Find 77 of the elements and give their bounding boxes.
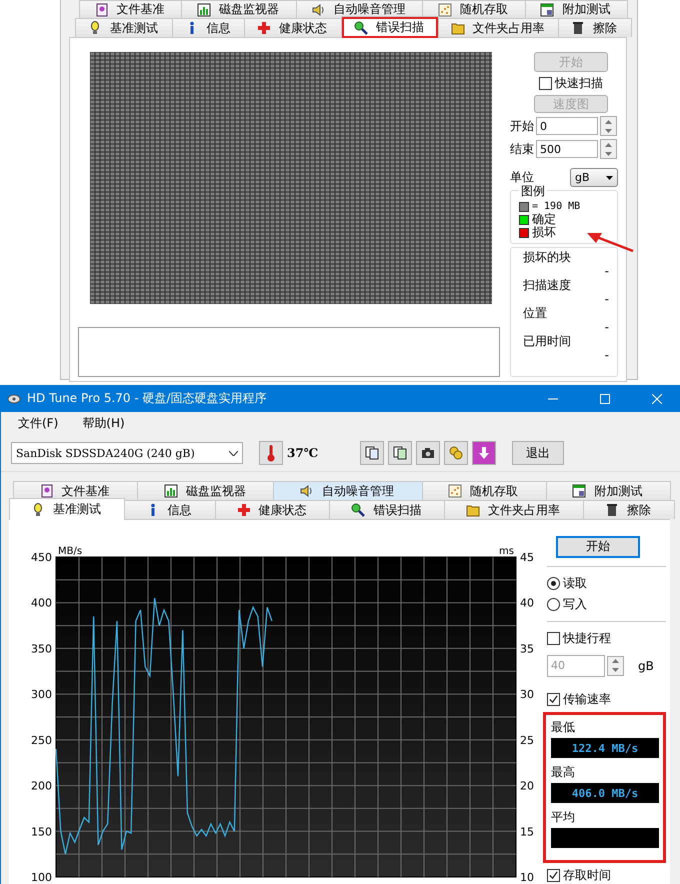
tab[interactable]: 磁盘监视器 — [137, 481, 274, 500]
temperature-text: 37℃ — [287, 446, 318, 460]
axis-tick-label: 15 — [520, 825, 534, 838]
checkbox-label: 快速扫描 — [555, 75, 603, 92]
start-button[interactable]: 开始 — [556, 536, 640, 558]
axis-tick-label: 350 — [31, 642, 52, 656]
field-label: 单位 — [510, 169, 534, 186]
legend-text: 损坏 — [532, 226, 556, 239]
axis-tick-label: 10 — [520, 871, 534, 884]
legend-text: 确定 — [532, 213, 556, 226]
stat-label: 位置 — [523, 306, 548, 320]
tab[interactable]: 信息 — [124, 500, 216, 519]
group-title: 图例 — [519, 183, 547, 200]
number-field[interactable]: 500 — [536, 140, 598, 158]
axis-unit: MB/s — [58, 546, 82, 557]
radio-label: 写入 — [563, 596, 587, 612]
radio-label: 读取 — [563, 574, 587, 592]
axis-tick-label: 20 — [520, 780, 534, 793]
axis-unit: ms — [499, 546, 514, 557]
checkbox-label: 传输速率 — [563, 691, 611, 708]
tab[interactable]: 基准测试 — [9, 498, 125, 520]
reading-label: 最高 — [551, 764, 576, 781]
stat-label: 损坏的块 — [523, 250, 572, 264]
tab[interactable]: 文件夹占用率 — [444, 500, 584, 519]
reading-display: 406.0 MB/s — [551, 783, 659, 803]
stat-label: 扫描速度 — [523, 278, 572, 292]
axis-tick-label: 250 — [31, 734, 52, 747]
tab[interactable]: 附加测试 — [524, 0, 628, 18]
axis-tick-label: 150 — [31, 825, 52, 838]
axis-tick-label: 100 — [31, 871, 52, 884]
legend-text: = 190 MB — [532, 200, 580, 213]
axis-tick-label: 200 — [31, 780, 52, 793]
tab[interactable]: 信息 — [172, 18, 246, 37]
axis-tick-label: 25 — [520, 734, 534, 747]
field-label: 结束 — [510, 140, 534, 158]
stat-label: 已用时间 — [523, 334, 572, 348]
stat-value: - — [604, 293, 609, 305]
axis-tick-label: 400 — [31, 596, 52, 610]
reading-label: 最低 — [551, 719, 576, 736]
reading-display: 122.4 MB/s — [551, 738, 659, 758]
tab[interactable]: 随机存取 — [422, 481, 547, 500]
tab[interactable]: 擦除 — [583, 500, 675, 519]
tab[interactable]: 文件基准 — [79, 0, 182, 18]
tab[interactable]: 健康状态 — [214, 500, 330, 519]
window-title: HD Tune Pro 5.70 - 硬盘/固态硬盘实用程序 — [27, 390, 268, 407]
stat-value: - — [604, 349, 609, 361]
tab[interactable]: 错误扫描 — [329, 500, 446, 519]
stat-value: - — [604, 265, 609, 277]
tab[interactable]: 文件基准 — [13, 481, 138, 500]
tab[interactable]: 磁盘监视器 — [181, 0, 297, 18]
tab[interactable]: 自动噪音管理 — [273, 481, 423, 500]
unit-label: gB — [638, 658, 654, 672]
exit-button[interactable]: 退出 — [512, 441, 564, 465]
number-field[interactable]: 0 — [536, 117, 598, 135]
tab[interactable]: 文件夹占用率 — [438, 18, 560, 37]
drive-dropdown[interactable]: SanDisk SDSSDA240G (240 gB) — [11, 442, 243, 464]
axis-tick-label: 35 — [520, 642, 534, 656]
checkbox-label: 存取时间 — [563, 867, 611, 884]
stat-value: - — [604, 321, 609, 333]
axis-tick-label: 300 — [31, 688, 52, 702]
axis-tick-label: 30 — [520, 688, 534, 702]
tab[interactable]: 错误扫描 — [341, 16, 439, 38]
reading-label: 平均 — [551, 809, 576, 826]
checkbox-label: 快捷行程 — [563, 630, 611, 646]
axis-tick-label: 45 — [520, 551, 534, 564]
tab[interactable]: 擦除 — [558, 18, 632, 37]
unit-dropdown[interactable]: gB — [570, 168, 618, 187]
menu-item[interactable]: 文件(F) — [18, 415, 58, 432]
tab[interactable]: 健康状态 — [244, 18, 342, 37]
tab[interactable]: 基准测试 — [75, 18, 173, 37]
menu-item[interactable]: 帮助(H) — [82, 415, 125, 432]
tab[interactable]: 随机存取 — [422, 0, 526, 18]
axis-tick-label: 450 — [31, 551, 52, 564]
field-label: 开始 — [510, 118, 534, 134]
tab[interactable]: 附加测试 — [546, 481, 672, 500]
axis-tick-label: 40 — [520, 596, 534, 610]
tab[interactable]: 自动噪音管理 — [296, 0, 424, 18]
